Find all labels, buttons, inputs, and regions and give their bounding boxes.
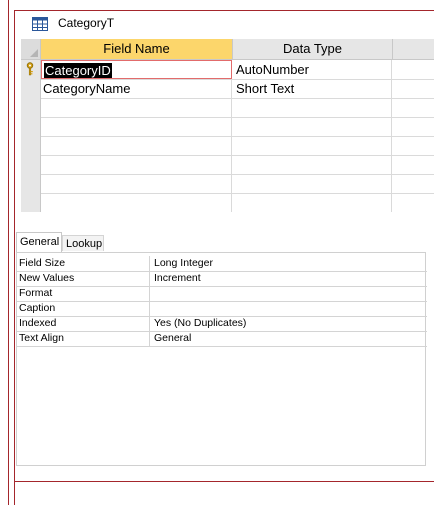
select-all-corner[interactable]	[21, 39, 41, 59]
column-header-data-type[interactable]: Data Type	[233, 39, 393, 59]
data-type-cell[interactable]	[233, 136, 392, 155]
data-type-cell[interactable]	[233, 117, 392, 136]
data-type-cell[interactable]	[233, 98, 392, 117]
description-cell[interactable]	[393, 79, 434, 98]
property-row[interactable]: Text Align General	[17, 331, 427, 347]
primary-key-icon	[26, 62, 34, 76]
field-name-text: CategoryID	[44, 63, 112, 78]
property-value[interactable]	[151, 301, 427, 316]
field-name-cell[interactable]	[41, 98, 232, 117]
property-value[interactable]: Increment	[151, 271, 427, 286]
field-name-cell[interactable]	[41, 136, 232, 155]
field-name-cell[interactable]	[41, 193, 232, 212]
property-row[interactable]: Indexed Yes (No Duplicates)	[17, 316, 427, 332]
window-title: CategoryT	[58, 16, 115, 30]
field-row[interactable]	[21, 117, 434, 137]
field-row[interactable]	[21, 136, 434, 156]
property-row[interactable]: Field Size Long Integer	[17, 256, 427, 272]
row-selector[interactable]	[21, 174, 41, 193]
field-row[interactable]: CategoryID AutoNumber	[21, 60, 434, 80]
row-selector[interactable]	[21, 136, 41, 155]
field-row[interactable]	[21, 155, 434, 175]
property-name: Indexed	[17, 316, 150, 331]
tab-general[interactable]: General	[16, 232, 62, 252]
row-selector[interactable]	[21, 117, 41, 136]
field-row[interactable]	[21, 174, 434, 194]
row-selector[interactable]	[21, 98, 41, 117]
field-name-cell[interactable]	[41, 155, 232, 174]
field-properties-panel: Field Size Long Integer New Values Incre…	[16, 252, 427, 466]
data-type-cell[interactable]	[233, 193, 392, 212]
row-selector[interactable]	[21, 79, 41, 98]
data-type-cell[interactable]: Short Text	[233, 79, 392, 98]
property-value[interactable]: General	[151, 331, 427, 346]
document-tab[interactable]: CategoryT	[15, 11, 434, 39]
row-selector[interactable]	[21, 60, 41, 79]
property-value[interactable]: Long Integer	[151, 256, 427, 271]
data-type-cell[interactable]	[233, 155, 392, 174]
data-type-cell[interactable]	[233, 174, 392, 193]
property-name: Text Align	[17, 331, 150, 346]
field-row[interactable]	[21, 98, 434, 118]
data-type-cell[interactable]: AutoNumber	[233, 60, 392, 79]
property-value[interactable]: Yes (No Duplicates)	[151, 316, 427, 331]
field-name-cell[interactable]: CategoryName	[41, 79, 232, 98]
property-row[interactable]: Caption	[17, 301, 427, 317]
tab-lookup[interactable]: Lookup	[62, 235, 104, 251]
field-name-cell[interactable]	[41, 174, 232, 193]
row-selector[interactable]	[21, 155, 41, 174]
field-grid: Field Name Data Type CategoryID AutoNumb…	[21, 39, 434, 212]
property-name: New Values	[17, 271, 150, 286]
field-row[interactable]: CategoryName Short Text	[21, 79, 434, 99]
property-name: Caption	[17, 301, 150, 316]
corner-triangle-icon	[30, 49, 38, 57]
description-cell[interactable]	[393, 117, 434, 136]
field-name-cell[interactable]	[41, 117, 232, 136]
field-row[interactable]	[21, 193, 434, 212]
description-cell[interactable]	[393, 193, 434, 212]
property-row[interactable]: Format	[17, 286, 427, 302]
property-name: Format	[17, 286, 150, 301]
row-selector[interactable]	[21, 193, 41, 212]
field-name-cell[interactable]: CategoryID	[41, 60, 232, 79]
grid-header: Field Name Data Type	[21, 39, 434, 60]
column-header-field-name[interactable]: Field Name	[41, 39, 233, 59]
description-cell[interactable]	[393, 155, 434, 174]
description-cell[interactable]	[393, 136, 434, 155]
property-value[interactable]	[151, 286, 427, 301]
property-row[interactable]: New Values Increment	[17, 271, 427, 287]
description-cell[interactable]	[393, 98, 434, 117]
description-cell[interactable]	[393, 174, 434, 193]
property-name: Field Size	[17, 256, 150, 271]
column-header-description[interactable]	[393, 39, 434, 59]
description-cell[interactable]	[393, 60, 434, 79]
table-icon	[32, 17, 48, 31]
window-bottom-ledge	[14, 482, 434, 505]
